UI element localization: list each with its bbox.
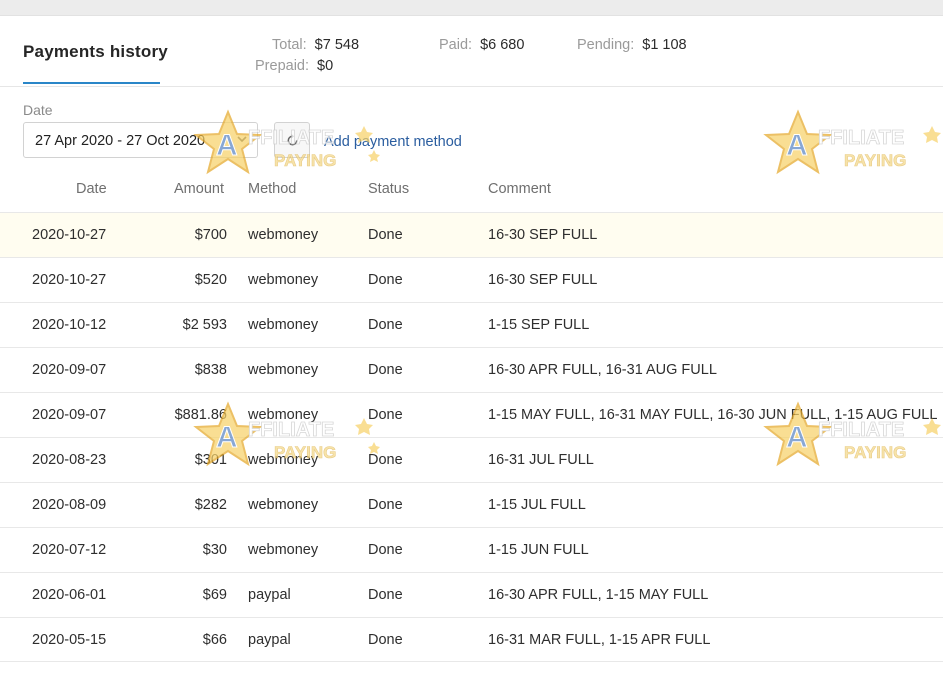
payments-table-body: 2020-10-27 $700 webmoney Done 16-30 SEP … xyxy=(0,212,943,662)
cell-status: Done xyxy=(368,317,403,333)
table-row[interactable]: 2020-08-09 $282 webmoney Done 1-15 JUL F… xyxy=(0,482,943,527)
column-header-method[interactable]: Method xyxy=(248,181,296,197)
cell-status: Done xyxy=(368,497,403,513)
cell-status: Done xyxy=(368,362,403,378)
table-row[interactable]: 2020-10-12 $2 593 webmoney Done 1-15 SEP… xyxy=(0,302,943,347)
cell-amount: $700 xyxy=(194,227,227,243)
reset-date-button[interactable] xyxy=(274,122,310,158)
column-header-amount[interactable]: Amount xyxy=(174,181,224,197)
chevron-down-icon xyxy=(236,132,248,144)
cell-date: 2020-05-15 xyxy=(32,632,107,648)
pending-label: Pending: xyxy=(577,37,635,53)
cell-comment: 1-15 JUL FULL xyxy=(488,497,586,513)
column-header-date[interactable]: Date xyxy=(76,181,107,197)
cell-date: 2020-10-27 xyxy=(32,227,107,243)
cell-status: Done xyxy=(368,632,403,648)
cell-date: 2020-10-12 xyxy=(32,317,107,333)
column-header-status[interactable]: Status xyxy=(368,181,409,197)
cell-amount: $838 xyxy=(194,362,227,378)
paid-value: $6 680 xyxy=(480,37,525,53)
cell-status: Done xyxy=(368,587,403,603)
add-payment-method-link[interactable]: Add payment method xyxy=(324,134,462,150)
cell-amount: $301 xyxy=(194,452,227,468)
cell-method: webmoney xyxy=(248,227,319,243)
cell-comment: 16-31 MAR FULL, 1-15 APR FULL xyxy=(488,632,711,648)
cell-amount: $69 xyxy=(202,587,227,603)
svg-text:A: A xyxy=(786,129,808,162)
cell-status: Done xyxy=(368,272,403,288)
table-header: Date Amount Method Status Comment xyxy=(0,168,943,212)
cell-method: webmoney xyxy=(248,362,319,378)
cell-amount: $66 xyxy=(202,632,227,648)
table-row[interactable]: 2020-08-23 $301 webmoney Done 16-31 JUL … xyxy=(0,437,943,482)
cell-date: 2020-10-27 xyxy=(32,272,107,288)
cell-amount: $2 593 xyxy=(182,317,227,333)
cell-status: Done xyxy=(368,407,403,423)
cell-comment: 16-30 SEP FULL xyxy=(488,227,598,243)
cell-method: webmoney xyxy=(248,542,319,558)
cell-method: paypal xyxy=(248,632,291,648)
tab-payments-history[interactable]: Payments history xyxy=(23,42,168,62)
cell-comment: 1-15 MAY FULL, 16-31 MAY FULL, 16-30 JUN… xyxy=(488,407,938,423)
table-row[interactable]: 2020-06-01 $69 paypal Done 16-30 APR FUL… xyxy=(0,572,943,617)
cell-date: 2020-07-12 xyxy=(32,542,107,558)
date-range-picker[interactable]: 27 Apr 2020 - 27 Oct 2020 xyxy=(23,122,258,158)
table-row[interactable]: 2020-07-12 $30 webmoney Done 1-15 JUN FU… xyxy=(0,527,943,572)
table-row[interactable]: 2020-09-07 $881.86 webmoney Done 1-15 MA… xyxy=(0,392,943,437)
cell-amount: $282 xyxy=(194,497,227,513)
table-row[interactable]: 2020-09-07 $838 webmoney Done 16-30 APR … xyxy=(0,347,943,392)
cell-status: Done xyxy=(368,452,403,468)
prepaid-label: Prepaid: xyxy=(255,58,310,74)
total-label: Total: xyxy=(272,37,307,53)
cell-date: 2020-08-23 xyxy=(32,452,107,468)
table-row[interactable]: 2020-10-27 $700 webmoney Done 16-30 SEP … xyxy=(0,212,943,257)
cell-amount: $881.86 xyxy=(174,407,227,423)
cell-date: 2020-09-07 xyxy=(32,362,107,378)
summary-prepaid: Prepaid: $0 xyxy=(255,58,333,74)
table-row[interactable]: 2020-10-27 $520 webmoney Done 16-30 SEP … xyxy=(0,257,943,302)
svg-text:FFILIATE: FFILIATE xyxy=(818,127,904,149)
total-value: $7 548 xyxy=(314,37,360,53)
top-strip xyxy=(0,0,943,16)
summary-paid: Paid: $6 680 xyxy=(439,37,524,53)
cell-status: Done xyxy=(368,227,403,243)
pending-value: $1 108 xyxy=(642,37,687,53)
date-range-value: 27 Apr 2020 - 27 Oct 2020 xyxy=(35,133,206,149)
cell-comment: 16-30 APR FULL, 16-31 AUG FULL xyxy=(488,362,717,378)
date-filter-label: Date xyxy=(23,102,53,118)
cell-method: webmoney xyxy=(248,407,319,423)
cell-comment: 1-15 JUN FULL xyxy=(488,542,589,558)
table-row[interactable]: 2020-05-15 $66 paypal Done 16-31 MAR FUL… xyxy=(0,617,943,662)
cell-date: 2020-06-01 xyxy=(32,587,107,603)
cell-status: Done xyxy=(368,542,403,558)
prepaid-value: $0 xyxy=(317,58,334,74)
cell-comment: 1-15 SEP FULL xyxy=(488,317,590,333)
cell-comment: 16-30 SEP FULL xyxy=(488,272,598,288)
cell-date: 2020-08-09 xyxy=(32,497,107,513)
cell-date: 2020-09-07 xyxy=(32,407,107,423)
summary-total: Total: $7 548 xyxy=(272,37,359,53)
cell-method: webmoney xyxy=(248,272,319,288)
cell-amount: $30 xyxy=(202,542,227,558)
cell-comment: 16-30 APR FULL, 1-15 MAY FULL xyxy=(488,587,709,603)
paid-label: Paid: xyxy=(439,37,473,53)
cell-method: paypal xyxy=(248,587,291,603)
cell-comment: 16-31 JUL FULL xyxy=(488,452,594,468)
page-header: Payments history Total: $7 548 Prepaid: $0… xyxy=(0,16,943,87)
column-header-comment[interactable]: Comment xyxy=(488,181,551,197)
cell-method: webmoney xyxy=(248,497,319,513)
cell-amount: $520 xyxy=(194,272,227,288)
summary-pending: Pending: $1 108 xyxy=(577,37,687,53)
active-tab-indicator xyxy=(23,82,160,84)
reset-icon xyxy=(287,134,298,146)
cell-method: webmoney xyxy=(248,317,319,333)
cell-method: webmoney xyxy=(248,452,319,468)
